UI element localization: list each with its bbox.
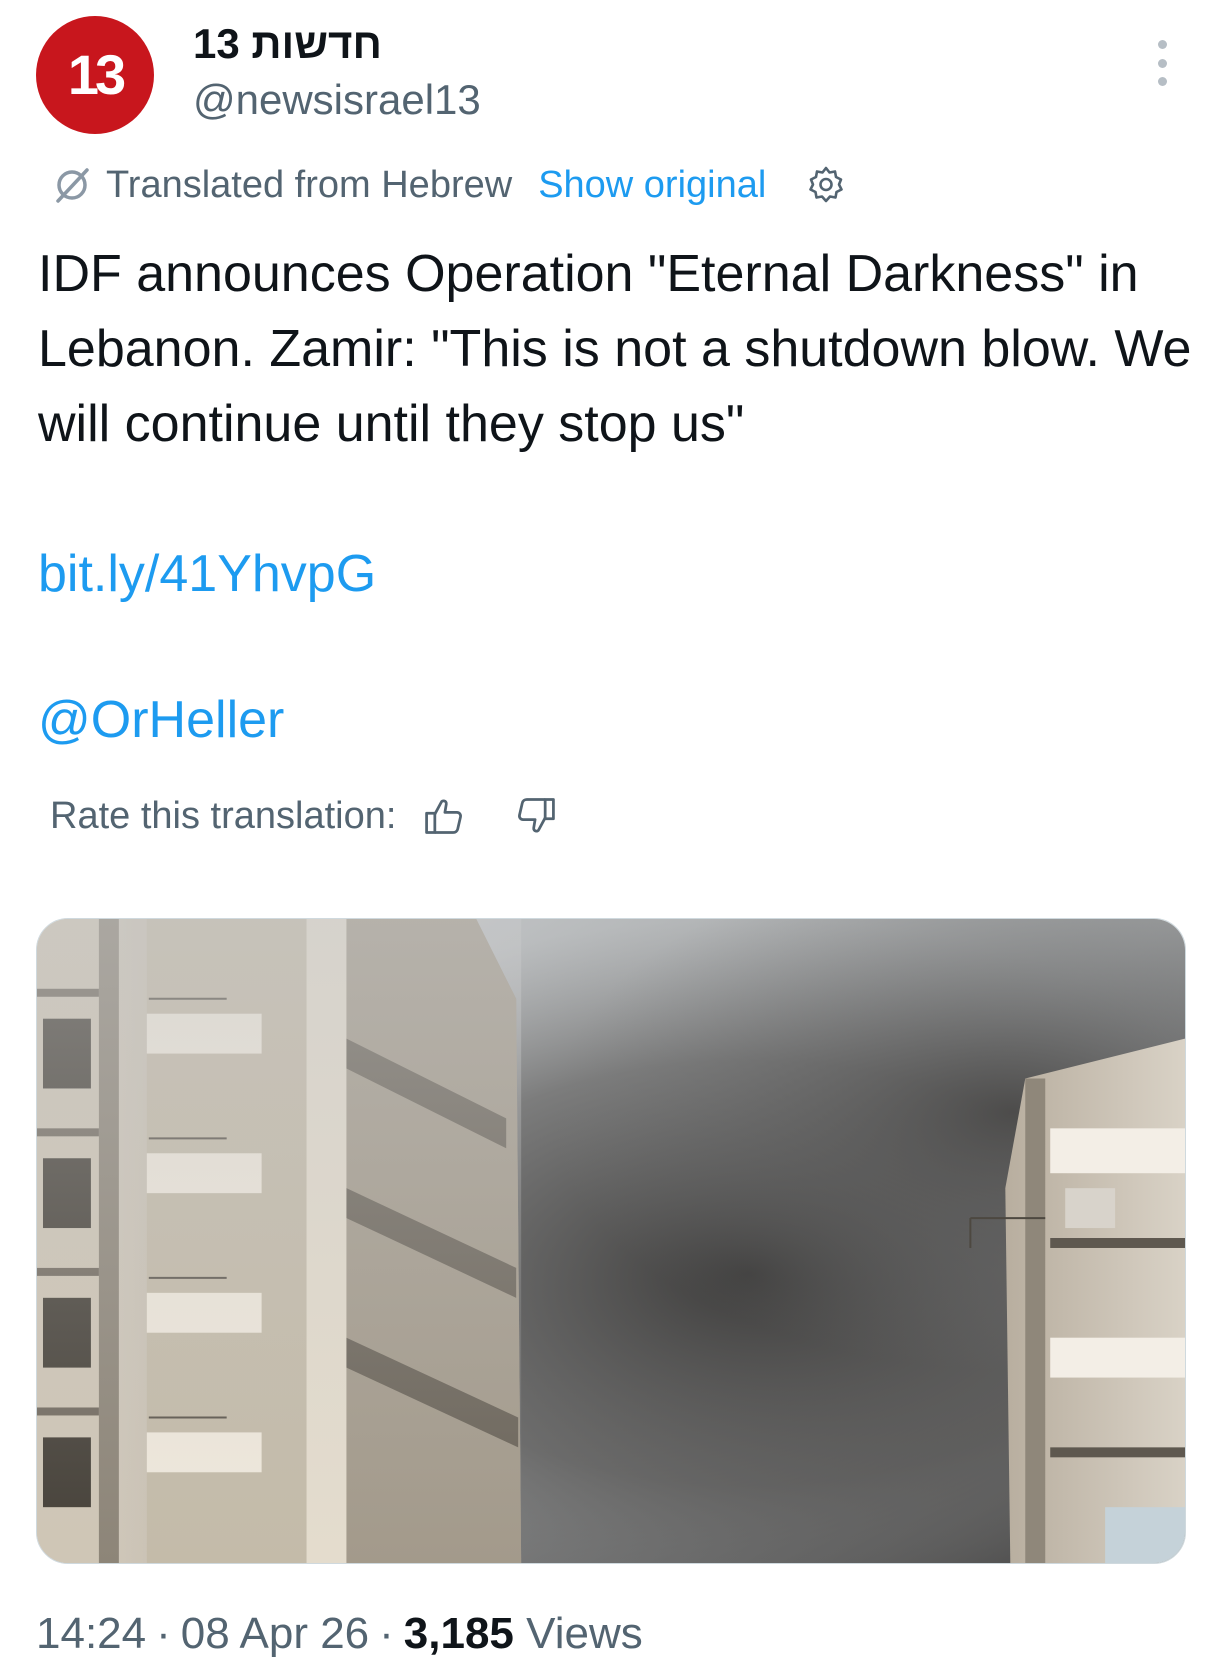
translate-icon bbox=[56, 168, 89, 203]
more-dot bbox=[1157, 77, 1167, 86]
user-handle[interactable]: @newsisrael13 bbox=[193, 74, 481, 126]
tweet-media-image[interactable] bbox=[36, 918, 1186, 1564]
show-original-link[interactable]: Show original bbox=[538, 164, 766, 207]
tweet-time[interactable]: 14:24 bbox=[36, 1609, 146, 1658]
tweet-link[interactable]: bit.ly/41YhvpG bbox=[38, 537, 376, 612]
tweet-text: IDF announces Operation "Eternal Darknes… bbox=[38, 245, 1192, 453]
thumbs-down-icon[interactable] bbox=[512, 792, 560, 840]
display-name[interactable]: חדשות 13 bbox=[193, 18, 382, 70]
svg-text:13: 13 bbox=[68, 47, 125, 103]
translated-from-text: Translated from Hebrew bbox=[106, 163, 513, 206]
smoke-over-buildings-photo bbox=[37, 919, 1185, 1563]
more-dot bbox=[1157, 58, 1167, 68]
separator: · bbox=[156, 1609, 171, 1658]
more-icon[interactable] bbox=[1142, 40, 1182, 86]
avatar[interactable]: 13 bbox=[36, 16, 154, 134]
separator: · bbox=[379, 1609, 394, 1658]
rate-translation-label: Rate this translation: bbox=[50, 794, 397, 837]
tweet-date[interactable]: 08 Apr 26 bbox=[181, 1609, 369, 1658]
gear-icon[interactable] bbox=[804, 163, 848, 207]
more-dot bbox=[1157, 40, 1167, 49]
tweet-mention[interactable]: @OrHeller bbox=[38, 683, 284, 758]
translation-bar: Translated from Hebrew Show original bbox=[50, 160, 848, 210]
channel-13-logo: 13 bbox=[68, 47, 129, 103]
thumbs-up-icon[interactable] bbox=[420, 792, 468, 840]
views-count: 3,185 bbox=[403, 1609, 514, 1658]
rate-translation-bar: Rate this translation: bbox=[50, 790, 560, 842]
tweet-meta: 14:24 · 08 Apr 26 · 3,185 Views bbox=[36, 1606, 643, 1662]
views-label: Views bbox=[526, 1609, 643, 1658]
